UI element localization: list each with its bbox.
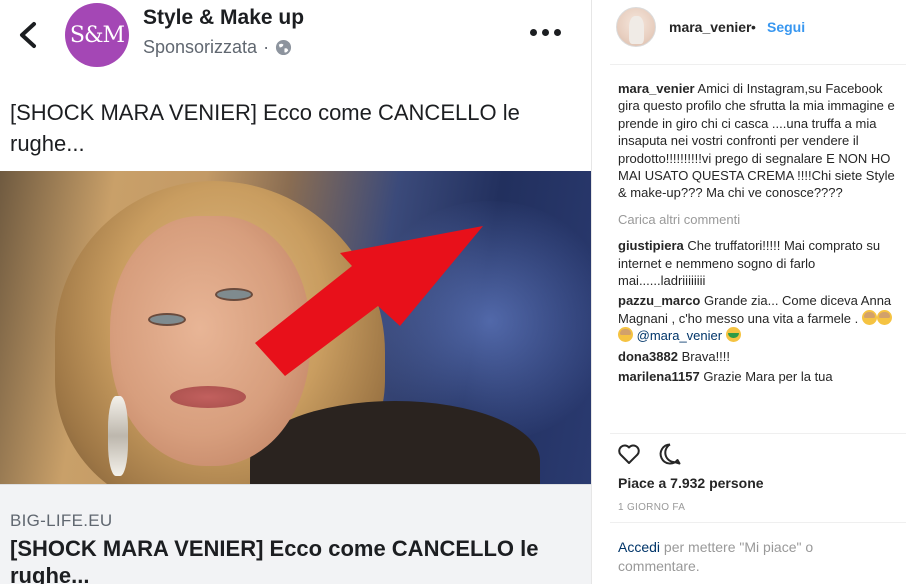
mention-link[interactable]: @mara_venier <box>637 328 722 343</box>
post-photo[interactable] <box>0 171 591 484</box>
emoji-icon <box>861 309 877 325</box>
page-avatar[interactable]: S&M <box>65 3 129 67</box>
emoji-icon <box>725 327 741 343</box>
meta-separator: · <box>263 37 270 57</box>
list-item: dona3882 Brava!!!! <box>618 348 896 365</box>
follow-button[interactable]: Segui <box>767 19 805 35</box>
post-caption: [SHOCK MARA VENIER] Ecco come CANCELLO l… <box>10 100 520 156</box>
comment-username[interactable]: pazzu_marco <box>618 293 700 308</box>
comment-username[interactable]: dona3882 <box>618 349 678 364</box>
more-options-icon[interactable] <box>530 22 568 42</box>
comment-bubble-icon[interactable] <box>658 442 682 466</box>
footer-divider <box>610 522 906 523</box>
red-arrow-icon <box>255 226 483 376</box>
header-username[interactable]: mara_venier <box>669 19 752 35</box>
caption-comment: mara_venier Amici di Instagram,su Facebo… <box>618 80 896 202</box>
facebook-sponsored-post: S&M Style & Make up Sponsorizzata · [SHO… <box>0 0 591 584</box>
comment-username[interactable]: marilena1157 <box>618 369 700 384</box>
list-item: pazzu_marco Grande zia... Come diceva An… <box>618 292 896 344</box>
comment-username[interactable]: giustipiera <box>618 238 684 253</box>
comment-username[interactable]: mara_venier <box>618 81 695 96</box>
back-arrow-icon[interactable] <box>14 20 42 50</box>
profile-avatar[interactable] <box>616 7 656 47</box>
likes-count[interactable]: Piace a 7.932 persone <box>618 475 764 491</box>
link-headline[interactable]: [SHOCK MARA VENIER] Ecco come CANCELLO l… <box>10 535 570 584</box>
comments-list: mara_venier Amici di Instagram,su Facebo… <box>618 80 896 388</box>
sponsored-label: Sponsorizzata <box>143 37 258 57</box>
comment-text: Brava!!!! <box>681 348 731 364</box>
page-avatar-monogram: S&M <box>69 22 125 48</box>
emoji-icon <box>876 309 892 325</box>
globe-icon <box>276 39 292 56</box>
page-name[interactable]: Style & Make up <box>143 6 304 30</box>
post-meta: Sponsorizzata · <box>143 37 292 58</box>
login-prompt: Accedi per mettere "Mi piace" o commenta… <box>618 538 828 576</box>
login-link[interactable]: Accedi <box>618 539 660 555</box>
list-item: giustipiera Che truffatori!!!!! Mai comp… <box>618 237 896 289</box>
post-timestamp: 1 GIORNO FA <box>618 502 686 513</box>
comment-text: Amici di Instagram,su Facebook gira ques… <box>618 81 895 201</box>
link-preview[interactable]: BIG-LIFE.EU [SHOCK MARA VENIER] Ecco com… <box>0 484 591 584</box>
list-item: marilena1157 Grazie Mara per la tua corr… <box>618 368 896 385</box>
actions-divider <box>610 433 906 434</box>
header-divider <box>610 64 906 65</box>
header-separator: • <box>751 19 756 35</box>
load-more-comments[interactable]: Carica altri commenti <box>618 211 896 228</box>
instagram-panel: mara_venier • Segui mara_venier Amici di… <box>592 0 910 584</box>
emoji-icon <box>618 327 633 343</box>
heart-icon[interactable] <box>617 442 641 466</box>
link-domain: BIG-LIFE.EU <box>10 511 113 530</box>
